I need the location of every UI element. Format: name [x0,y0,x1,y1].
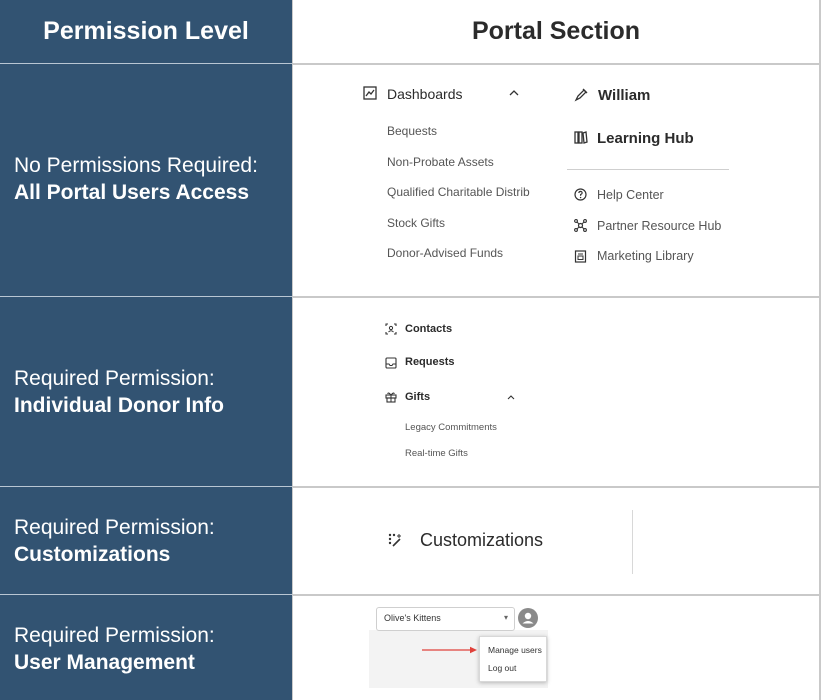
menu-item-contacts[interactable]: Contacts [405,323,452,335]
permission-line2: User Management [14,651,195,674]
permission-line2: Individual Donor Info [14,394,224,417]
menu-item-dashboards[interactable]: Dashboards [387,86,463,102]
permission-cell-donor-info: Required Permission: Individual Donor In… [0,296,293,486]
permission-cell-all-users: No Permissions Required: All Portal User… [0,63,293,296]
permission-cell-user-management: Required Permission: User Management [0,594,293,700]
submenu-non-probate-assets[interactable]: Non-Probate Assets [387,155,494,169]
permission-label: Required Permission: User Management [14,622,215,676]
user-dropdown-menu: Manage users Log out [479,636,547,682]
menu-item-william[interactable]: William [598,87,650,104]
portal-cell-user-management: Olive's Kittens ▾ Manage users Log out [293,594,821,700]
network-icon [574,219,587,232]
dropdown-item-manage-users[interactable]: Manage users [488,645,542,655]
menu-item-gifts[interactable]: Gifts [405,391,430,403]
library-icon [574,250,587,263]
menu-divider [567,169,729,170]
portal-cell-customizations: Customizations [293,486,821,594]
org-select-value: Olive's Kittens [384,613,441,623]
header-permission-level: Permission Level [43,17,249,45]
permissions-table: Permission Level Portal Section No Permi… [0,0,821,700]
pen-icon [574,87,589,102]
user-avatar-icon[interactable] [518,608,538,628]
permission-label: Required Permission: Individual Donor In… [14,365,224,419]
menu-item-customizations[interactable]: Customizations [420,530,543,551]
portal-cell-donor-info: Contacts Requests Gifts Legacy Commitmen… [293,296,821,486]
submenu-stock-gifts[interactable]: Stock Gifts [387,216,445,230]
permission-cell-customizations: Required Permission: Customizations [0,486,293,594]
link-partner-resource-hub[interactable]: Partner Resource Hub [597,219,721,233]
menu-item-learning-hub[interactable]: Learning Hub [597,130,694,147]
permission-label: No Permissions Required: All Portal User… [14,152,258,206]
permission-line1: Required Permission: [14,624,215,647]
chevron-up-icon[interactable] [509,89,519,96]
header-portal-cell: Portal Section [293,0,821,63]
permission-line1: Required Permission: [14,516,215,539]
link-marketing-library[interactable]: Marketing Library [597,249,694,263]
header-permission-cell: Permission Level [0,0,293,63]
sparkle-icon [388,533,403,548]
vertical-divider [632,510,633,574]
header-portal-section: Portal Section [471,17,641,45]
portal-cell-all-users: Dashboards Bequests Non-Probate Assets Q… [293,63,821,296]
submenu-qualified-charitable[interactable]: Qualified Charitable Distrib [387,185,530,199]
gift-icon [385,391,397,403]
books-icon [574,130,588,144]
contact-card-icon [385,323,397,335]
chevron-up-icon[interactable] [507,394,515,400]
arrow-annotation [421,646,477,654]
link-help-center[interactable]: Help Center [597,188,664,202]
permission-line2: Customizations [14,543,171,566]
menu-item-requests[interactable]: Requests [405,356,455,368]
permission-line1: No Permissions Required: [14,154,258,177]
question-icon [574,188,587,201]
submenu-donor-advised-funds[interactable]: Donor-Advised Funds [387,246,503,260]
permission-label: Required Permission: Customizations [14,514,215,568]
permission-line1: Required Permission: [14,367,215,390]
inbox-icon [385,357,397,369]
submenu-bequests[interactable]: Bequests [387,124,437,138]
dropdown-item-log-out[interactable]: Log out [488,663,516,673]
submenu-real-time-gifts[interactable]: Real-time Gifts [405,448,468,459]
permission-line2: All Portal Users Access [14,181,250,204]
chevron-down-icon: ▾ [503,613,508,622]
chart-icon [363,86,377,100]
submenu-legacy-commitments[interactable]: Legacy Commitments [405,422,497,433]
org-select[interactable]: Olive's Kittens ▾ [376,607,515,631]
